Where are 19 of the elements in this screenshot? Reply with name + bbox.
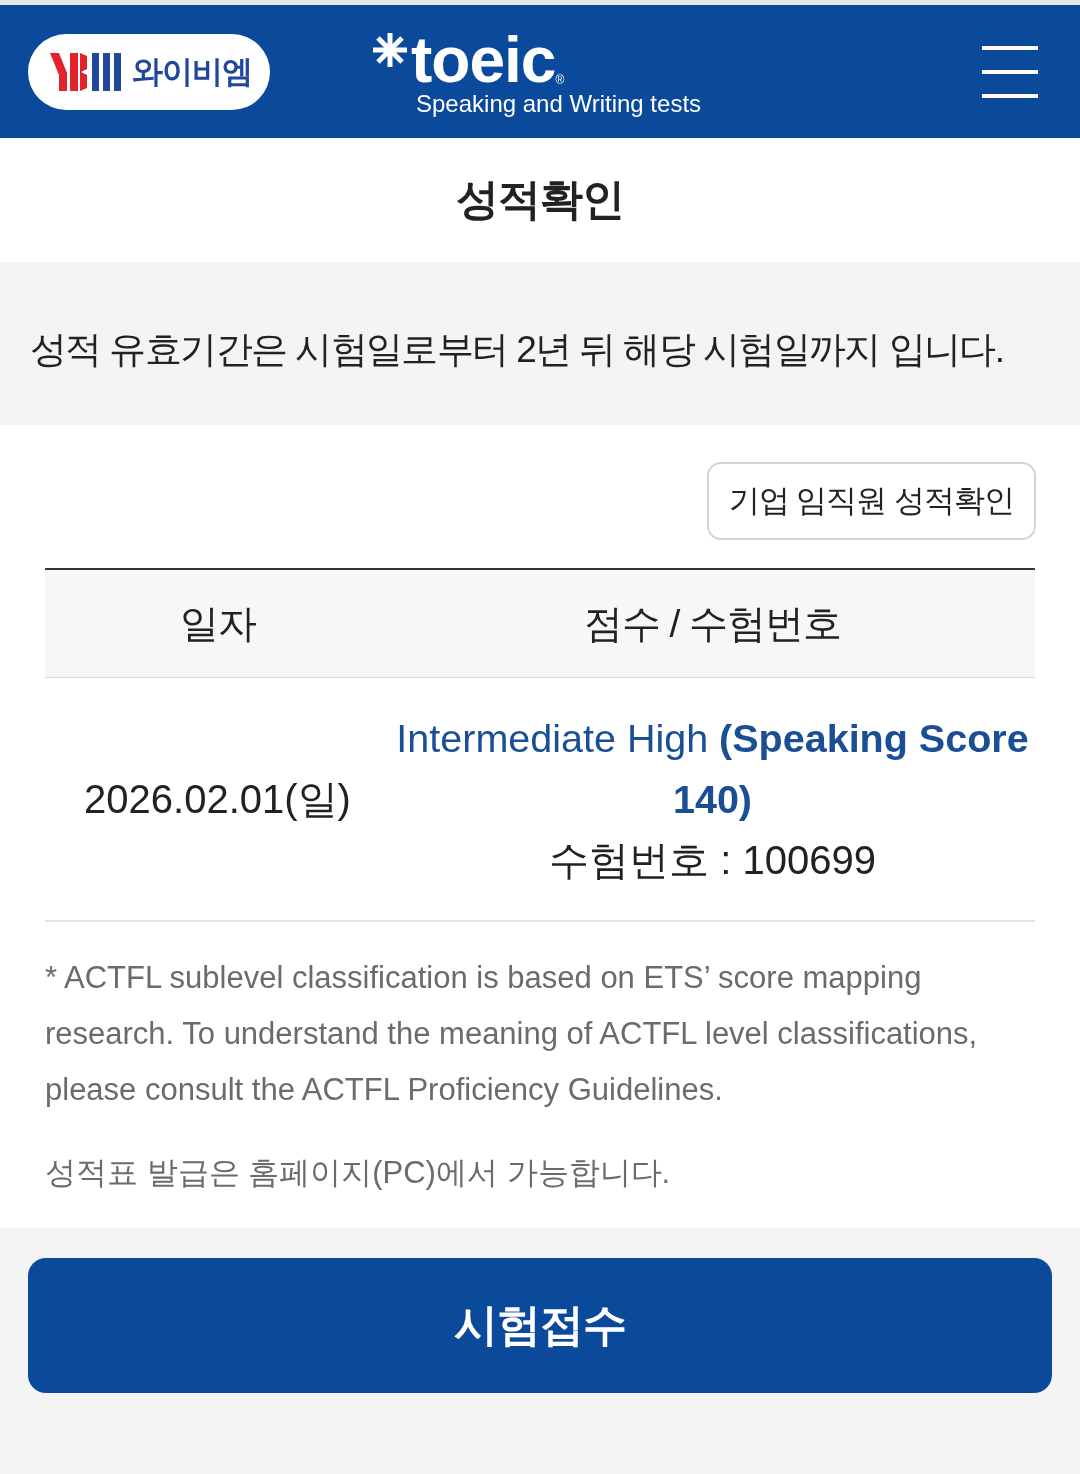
score-text: Intermediate High (Speaking Score 140) (395, 714, 1030, 823)
note-text: 성적표 발급은 홈페이지(PC)에서 가능합니다. (45, 1154, 672, 1192)
tagline-text: Speaking and Writing tests (416, 91, 702, 117)
asterisk-icon (373, 33, 407, 67)
logo-text: 와이비엠 (132, 52, 252, 91)
note-text: * ACTFL sublevel classification is based on ETS’ score mapping research. To understand the meaning of ACTFL level classifications, please consult the ACTFL Proficiency Guidelines. (45, 959, 979, 1109)
menu-icon[interactable] (982, 45, 1038, 98)
date-text: 2026.02.01(일) (84, 775, 351, 823)
brand-logo[interactable]: 와이비엠 (28, 33, 270, 110)
exam-number-text: 수험번호 : 100699 (549, 836, 876, 884)
notice-text: 성적 유효기간은 시험일로부터 2년 뒤 해당 시험일까지 입니다. (30, 327, 1004, 372)
column-header: 점수 / 수험번호 (583, 600, 842, 647)
page-title: 성적확인 (456, 174, 624, 225)
apply-button[interactable]: 시험접수 (28, 1258, 1052, 1393)
registered-mark: ® (555, 73, 565, 87)
brand-wordmark: toeic (411, 31, 556, 89)
corporate-score-button[interactable]: 기업 임직원 성적확인 (707, 462, 1036, 540)
logo-mark-icon (50, 52, 122, 91)
column-header: 일자 (179, 600, 256, 647)
